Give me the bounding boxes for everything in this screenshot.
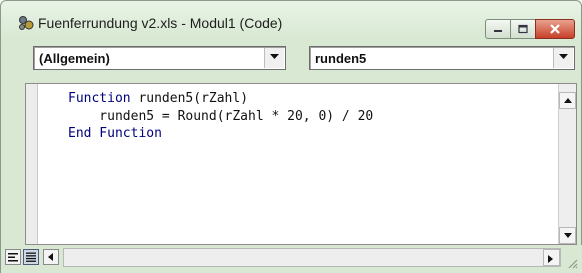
maximize-button[interactable] <box>510 19 536 39</box>
procedure-view-button[interactable] <box>5 249 21 265</box>
vba-code-window: Fuenferrundung v2.xls - Modul1 (Code) (A… <box>0 0 582 273</box>
procedure-dropdown-value: runden5 <box>315 51 367 66</box>
full-module-view-icon <box>26 252 36 262</box>
window-title: Fuenferrundung v2.xls - Modul1 (Code) <box>38 15 283 31</box>
procedure-dropdown[interactable]: runden5 <box>309 46 575 70</box>
code-line-1-rest: runden5(rZahl) <box>130 91 249 106</box>
code-text[interactable]: Function runden5(rZahl) runden5 = Round(… <box>68 90 373 143</box>
code-keyword: End Function <box>68 126 162 141</box>
arrow-up-icon <box>564 98 572 103</box>
procedure-dropdown-arrow[interactable] <box>553 48 573 68</box>
arrow-down-icon <box>564 233 572 238</box>
procedure-view-icon <box>8 253 18 262</box>
vertical-scrollbar[interactable] <box>558 84 576 244</box>
full-module-view-button[interactable] <box>23 249 39 265</box>
vba-module-icon <box>19 16 34 30</box>
minimize-button[interactable] <box>485 19 511 39</box>
scroll-up-button[interactable] <box>559 92 576 109</box>
maximize-icon <box>518 24 528 34</box>
caption-buttons <box>485 19 575 41</box>
resize-grip-icon[interactable] <box>566 257 578 269</box>
margin-indicator-bar[interactable] <box>26 84 38 244</box>
chevron-down-icon <box>270 54 279 59</box>
close-icon <box>550 24 560 34</box>
close-button[interactable] <box>535 19 575 39</box>
arrow-right-icon <box>548 255 553 263</box>
object-dropdown-value: (Allgemein) <box>39 51 110 66</box>
scroll-right-button[interactable] <box>543 249 560 266</box>
horizontal-scrollbar[interactable] <box>63 248 561 267</box>
object-dropdown-arrow[interactable] <box>264 48 284 68</box>
scroll-down-button[interactable] <box>559 227 576 244</box>
scroll-left-button[interactable] <box>43 249 59 265</box>
code-line-2: runden5 = Round(rZahl * 20, 0) / 20 <box>68 108 374 124</box>
chevron-down-icon <box>559 54 568 59</box>
title-bar[interactable]: Fuenferrundung v2.xls - Modul1 (Code) <box>1 1 581 41</box>
minimize-icon <box>494 30 502 32</box>
arrow-left-icon <box>48 253 53 261</box>
code-keyword: Function <box>68 91 131 106</box>
object-dropdown[interactable]: (Allgemein) <box>33 46 286 70</box>
code-editor[interactable]: Function runden5(rZahl) runden5 = Round(… <box>25 83 577 245</box>
